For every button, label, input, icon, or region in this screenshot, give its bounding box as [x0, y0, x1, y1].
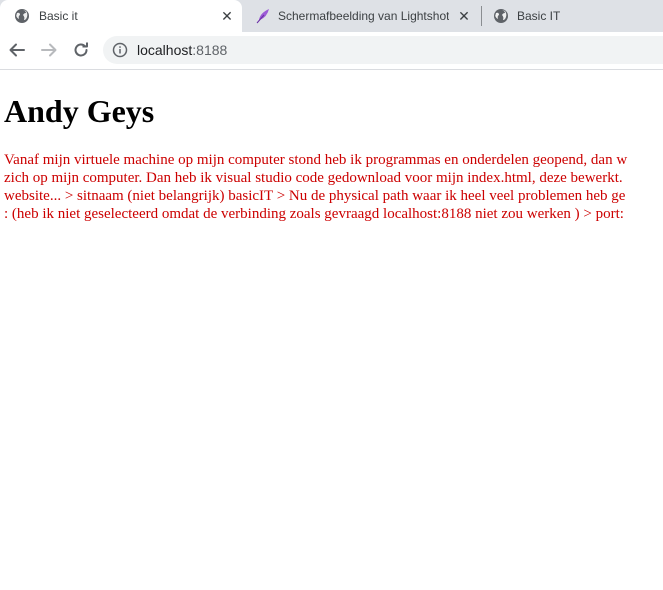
close-tab-icon[interactable]: ✕	[456, 8, 472, 24]
reload-button[interactable]	[67, 36, 95, 64]
browser-toolbar: localhost:8188	[0, 32, 663, 70]
paragraph-line: zich op mijn computer. Dan heb ik visual…	[4, 170, 623, 186]
tab-lightshot[interactable]: Schermafbeelding van Lightshot ✕	[242, 0, 480, 32]
tab-basic-it[interactable]: Basic it ✕	[0, 0, 242, 32]
tab-strip: Basic it ✕ Schermafbeelding van Lightsho…	[0, 0, 663, 32]
paragraph-line: Vanaf mijn virtuele machine op mijn comp…	[4, 152, 628, 168]
tab-title: Basic it	[39, 9, 78, 23]
url-host: localhost	[137, 42, 193, 58]
tab-title: Basic IT	[517, 9, 561, 23]
paragraph-line: website... > sitnaam (niet belangrijk) b…	[4, 188, 626, 204]
close-tab-icon[interactable]: ✕	[219, 8, 235, 24]
reload-icon	[74, 42, 88, 57]
forward-button[interactable]	[35, 36, 63, 64]
arrow-left-icon	[9, 43, 25, 57]
info-icon[interactable]	[112, 42, 128, 58]
globe-icon	[494, 9, 508, 23]
url-port: :8188	[192, 42, 228, 58]
page-heading: Andy Geys	[4, 93, 155, 129]
feather-icon	[256, 9, 269, 24]
tab-title: Schermafbeelding van Lightshot	[278, 9, 450, 23]
back-button[interactable]	[3, 36, 31, 64]
page-content: Andy Geys Vanaf mijn virtuele machine op…	[0, 70, 663, 590]
globe-icon	[15, 9, 29, 23]
url-text[interactable]: localhost:8188	[137, 42, 227, 58]
description-paragraph: Vanaf mijn virtuele machine op mijn comp…	[4, 151, 663, 223]
tab-basic-it-2[interactable]: Basic IT	[482, 0, 663, 32]
arrow-right-icon	[41, 43, 57, 57]
paragraph-line: : (heb ik niet geselecteerd omdat de ver…	[4, 206, 624, 222]
address-bar[interactable]: localhost:8188	[103, 36, 663, 64]
